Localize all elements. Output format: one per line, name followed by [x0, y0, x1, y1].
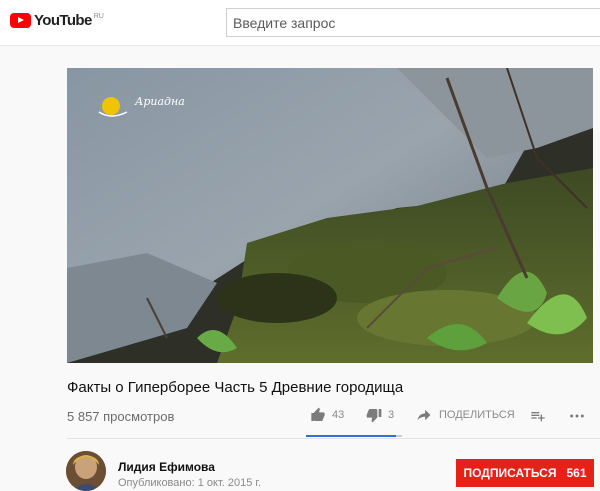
dislike-count: 3: [388, 409, 395, 421]
dislike-icon: [366, 409, 382, 423]
view-count: 5 857 просмотров: [67, 409, 175, 424]
sentiment-bar: [306, 435, 402, 437]
subscribe-label: ПОДПИСАТЬСЯ: [463, 466, 557, 480]
channel-name[interactable]: Лидия Ефимова: [118, 460, 215, 474]
watermark-text: Ариадна: [135, 95, 185, 108]
more-icon: [570, 414, 584, 418]
youtube-logo[interactable]: YouTube RU: [10, 12, 104, 29]
like-icon: [311, 407, 325, 421]
video-title: Факты о Гиперборее Часть 5 Древние город…: [67, 379, 404, 396]
video-player[interactable]: Ариадна: [67, 68, 593, 363]
add-to-playlist-button[interactable]: [530, 408, 546, 424]
more-button[interactable]: [569, 408, 585, 424]
logo-region: RU: [93, 12, 104, 20]
masthead: YouTube RU: [0, 0, 600, 46]
subscribe-button[interactable]: ПОДПИСАТЬСЯ 561: [456, 459, 594, 487]
search-box[interactable]: [226, 8, 600, 37]
avatar-image: [66, 451, 106, 491]
subscriber-count: 561: [566, 466, 587, 480]
like-button[interactable]: 43: [310, 407, 344, 423]
add-to-playlist-icon: [531, 412, 545, 422]
sentiment-bar-fill: [306, 435, 396, 437]
search-input[interactable]: [227, 9, 600, 36]
share-label: ПОДЕЛИТЬСЯ: [439, 409, 515, 421]
share-icon: [417, 409, 431, 421]
avatar[interactable]: [66, 451, 106, 491]
channel-watermark: Ариадна: [97, 90, 187, 120]
share-button[interactable]: ПОДЕЛИТЬСЯ: [417, 408, 515, 422]
like-count: 43: [332, 409, 345, 421]
play-logo-icon: [10, 13, 31, 28]
publish-date: Опубликовано: 1 окт. 2015 г.: [118, 477, 262, 489]
dislike-button[interactable]: 3: [366, 407, 394, 423]
logo-text: YouTube: [34, 12, 92, 29]
divider: [67, 438, 600, 439]
